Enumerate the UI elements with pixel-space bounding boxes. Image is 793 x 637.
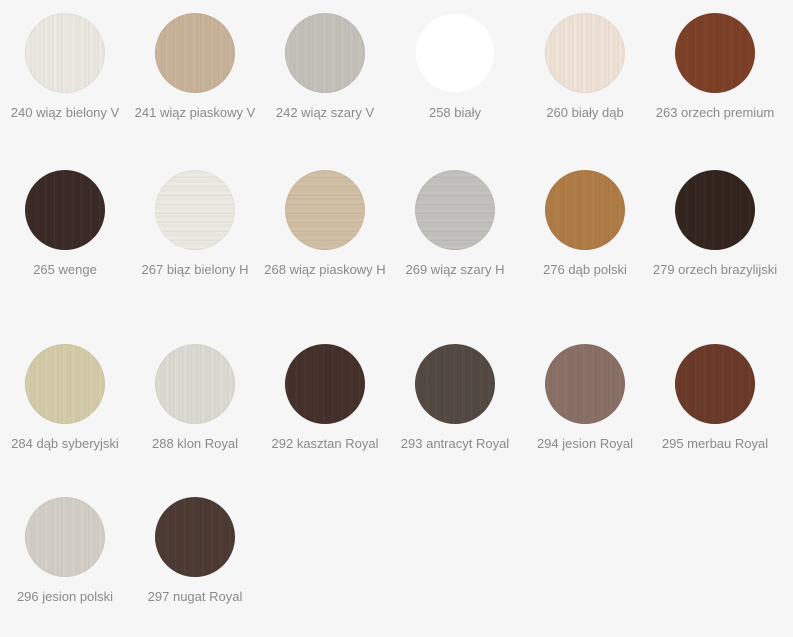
swatch-296[interactable]: 296 jesion polski — [0, 497, 130, 637]
wood-sample-circle[interactable] — [155, 170, 235, 250]
wood-sample-circle[interactable] — [155, 344, 235, 424]
wood-sample-circle[interactable] — [415, 170, 495, 250]
wood-sample-circle[interactable] — [155, 497, 235, 577]
swatch-label: 288 klon Royal — [152, 436, 238, 451]
wood-sample-circle[interactable] — [545, 170, 625, 250]
swatch-269[interactable]: 269 wiąz szary H — [390, 170, 520, 344]
swatch-240[interactable]: 240 wiąz bielony V — [0, 13, 130, 170]
swatch-258[interactable]: 258 biały — [390, 13, 520, 170]
wood-sample-circle[interactable] — [545, 13, 625, 93]
wood-sample-circle[interactable] — [545, 344, 625, 424]
swatch-label: 292 kasztan Royal — [271, 436, 379, 451]
wood-sample-circle[interactable] — [675, 170, 755, 250]
swatch-260[interactable]: 260 biały dąb — [520, 13, 650, 170]
wood-sample-circle[interactable] — [25, 170, 105, 250]
swatch-label: 279 orzech brazylijski — [652, 262, 778, 277]
wood-sample-circle[interactable] — [415, 344, 495, 424]
swatch-241[interactable]: 241 wiąz piaskowy V — [130, 13, 260, 170]
wood-sample-circle[interactable] — [675, 344, 755, 424]
swatch-label: 268 wiąz piaskowy H — [264, 262, 386, 277]
swatch-label: 269 wiąz szary H — [405, 262, 505, 277]
swatch-292[interactable]: 292 kasztan Royal — [260, 344, 390, 497]
swatch-label: 296 jesion polski — [16, 589, 114, 604]
swatch-label: 258 biały — [428, 105, 482, 120]
swatch-263[interactable]: 263 orzech premium — [650, 13, 780, 170]
swatch-295[interactable]: 295 merbau Royal — [650, 344, 780, 497]
swatch-288[interactable]: 288 klon Royal — [130, 344, 260, 497]
wood-sample-circle[interactable] — [285, 170, 365, 250]
wood-sample-circle[interactable] — [25, 344, 105, 424]
wood-sample-circle[interactable] — [25, 497, 105, 577]
swatch-279[interactable]: 279 orzech brazylijski — [650, 170, 780, 344]
swatch-label: 260 biały dąb — [546, 105, 624, 120]
swatch-265[interactable]: 265 wenge — [0, 170, 130, 344]
swatch-label: 295 merbau Royal — [661, 436, 769, 451]
swatch-label: 242 wiąz szary V — [275, 105, 375, 120]
swatch-242[interactable]: 242 wiąz szary V — [260, 13, 390, 170]
swatch-297[interactable]: 297 nugat Royal — [130, 497, 260, 637]
swatch-label: 263 orzech premium — [655, 105, 775, 120]
wood-sample-circle[interactable] — [285, 13, 365, 93]
swatch-label: 284 dąb syberyjski — [11, 436, 119, 451]
color-swatch-grid: 240 wiąz bielony V 241 wiąz piaskowy V 2… — [0, 13, 780, 637]
wood-sample-circle[interactable] — [25, 13, 105, 93]
swatch-label: 297 nugat Royal — [147, 589, 243, 604]
swatch-label: 265 wenge — [33, 262, 97, 277]
swatch-label: 293 antracyt Royal — [400, 436, 510, 451]
swatch-label: 267 biąz bielony H — [141, 262, 249, 277]
swatch-label: 241 wiąz piaskowy V — [134, 105, 256, 120]
swatch-276[interactable]: 276 dąb polski — [520, 170, 650, 344]
wood-sample-circle[interactable] — [155, 13, 235, 93]
swatch-label: 294 jesion Royal — [536, 436, 634, 451]
swatch-label: 240 wiąz bielony V — [10, 105, 120, 120]
wood-sample-circle[interactable] — [675, 13, 755, 93]
swatch-label: 276 dąb polski — [543, 262, 627, 277]
swatch-284[interactable]: 284 dąb syberyjski — [0, 344, 130, 497]
swatch-268[interactable]: 268 wiąz piaskowy H — [260, 170, 390, 344]
wood-sample-circle[interactable] — [415, 13, 495, 93]
swatch-267[interactable]: 267 biąz bielony H — [130, 170, 260, 344]
swatch-293[interactable]: 293 antracyt Royal — [390, 344, 520, 497]
swatch-294[interactable]: 294 jesion Royal — [520, 344, 650, 497]
wood-sample-circle[interactable] — [285, 344, 365, 424]
